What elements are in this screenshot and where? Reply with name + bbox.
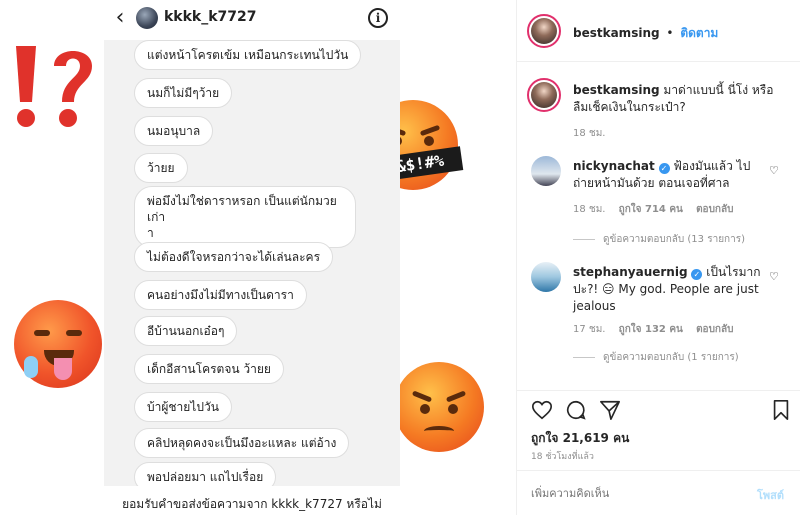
back-arrow-icon[interactable]: ‹ — [110, 6, 130, 30]
follow-separator: • — [666, 26, 674, 40]
message-bubble: ว้ายย — [134, 153, 188, 183]
comment-bubble-icon[interactable] — [565, 399, 587, 421]
comment-username[interactable]: nickynachat — [573, 159, 655, 173]
caption-avatar[interactable] — [527, 78, 561, 112]
comment-likes[interactable]: ถูกใจ 714 คน — [619, 204, 683, 215]
post-panel: bestkamsing • ติดตาม bestkamsing มาด่าแบ… — [516, 0, 800, 515]
message-request-prompt: ยอมรับคำขอส่งข้อความจาก kkkk_k7727 หรือไ… — [104, 486, 400, 515]
like-count[interactable]: ถูกใจ 21,619 คน — [531, 429, 629, 448]
share-send-icon[interactable] — [599, 399, 621, 421]
comment-input[interactable] — [531, 483, 731, 503]
post-time: 18 ชั่วโมงที่แล้ว — [531, 452, 594, 462]
message-line: า — [147, 226, 154, 240]
info-icon[interactable]: i — [368, 8, 388, 28]
post-header: bestkamsing • ติดตาม — [517, 0, 800, 62]
dm-avatar — [136, 7, 158, 29]
comment-like-icon[interactable]: ♡ — [769, 270, 779, 283]
view-replies-text: ดูข้อความตอบกลับ (13 รายการ) — [603, 234, 745, 245]
comment: stephanyauernig ✓ เป็นไรมากปะ?! 😑 My god… — [573, 264, 763, 315]
message-bubble: นมก็ไม่มีๆว้าย — [134, 78, 233, 108]
message-bubble: คนอย่างมึงไม่มีทางเป็นดารา — [134, 280, 307, 310]
comment-meta: 18 ชม. ถูกใจ 714 คน ตอบกลับ — [573, 202, 733, 217]
post-comment-button[interactable]: โพสต์ — [757, 486, 784, 504]
verified-badge-icon: ✓ — [658, 163, 670, 174]
add-comment-bar: โพสต์ — [517, 470, 800, 515]
caption: bestkamsing มาด่าแบบนี้ นี่โง่ หรือลืมเช… — [573, 82, 783, 116]
dm-username: kkkk_k7727 — [164, 9, 257, 25]
reply-button[interactable]: ตอบกลับ — [696, 324, 733, 335]
message-bubble: พ่อมึงไม่ใช่ดาราหรอก เป็นแต่นักมวยเก่า า — [134, 186, 356, 248]
hot-face-emoji — [14, 300, 102, 388]
interrobang-icon — [16, 46, 92, 127]
comment-like-icon[interactable]: ♡ — [769, 164, 779, 177]
comment-time: 17 ชม. — [573, 324, 606, 335]
message-line: พ่อมึงไม่ใช่ดาราหรอก เป็นแต่นักมวยเก่า — [147, 194, 337, 224]
comment-username[interactable]: stephanyauernig — [573, 265, 688, 279]
message-bubble: บ้าผู้ชายไปวัน — [134, 392, 232, 422]
message-bubble: อีบ้านนอกเอ๋อๆ — [134, 316, 238, 346]
commenter-avatar[interactable] — [531, 262, 561, 292]
message-bubble: ไม่ต้องดีใจหรอกว่าจะได้เล่นละคร — [134, 242, 334, 272]
comment-meta: 17 ชม. ถูกใจ 132 คน ตอบกลับ — [573, 322, 733, 337]
view-replies-text: ดูข้อความตอบกลับ (1 รายการ) — [603, 352, 739, 363]
post-image: &$!#% ‹ kkkk_k7727 i แต่งหน้าโครตเข้ม เห… — [0, 0, 516, 515]
comment: nickynachat ✓ ฟ้องมันแล้ว ไปถ่ายหน้ามันด… — [573, 158, 763, 192]
save-bookmark-icon[interactable] — [771, 399, 791, 421]
reply-button[interactable]: ตอบกลับ — [696, 204, 733, 215]
message-bubble: คลิปหลุดคงจะเป็นมึงอะแหละ แต่อ้าง — [134, 428, 350, 458]
follow-button[interactable]: ติดตาม — [680, 26, 718, 40]
commenter-avatar[interactable] — [531, 156, 561, 186]
message-bubble: นมอนุบาล — [134, 116, 214, 146]
view-replies-link[interactable]: ดูข้อความตอบกลับ (1 รายการ) — [573, 350, 739, 365]
caption-time: 18 ชม. — [573, 128, 606, 139]
verified-badge-icon: ✓ — [691, 269, 703, 280]
comment-time: 18 ชม. — [573, 204, 606, 215]
view-replies-link[interactable]: ดูข้อความตอบกลับ (13 รายการ) — [573, 232, 745, 247]
dm-header: ‹ kkkk_k7727 i — [104, 0, 400, 40]
caption-username[interactable]: bestkamsing — [573, 83, 660, 97]
dm-screenshot: ‹ kkkk_k7727 i แต่งหน้าโครตเข้ม เหมือนกร… — [104, 0, 400, 515]
message-bubble: เด็กอีสานโครตจน ว้ายย — [134, 354, 284, 384]
like-heart-icon[interactable] — [531, 399, 553, 421]
comment-likes[interactable]: ถูกใจ 132 คน — [619, 324, 683, 335]
angry-face-emoji — [394, 362, 484, 452]
author-username[interactable]: bestkamsing — [573, 26, 660, 40]
message-bubble: แต่งหน้าโครตเข้ม เหมือนกระเทนไปวัน — [134, 40, 362, 70]
author-avatar[interactable] — [527, 14, 561, 48]
